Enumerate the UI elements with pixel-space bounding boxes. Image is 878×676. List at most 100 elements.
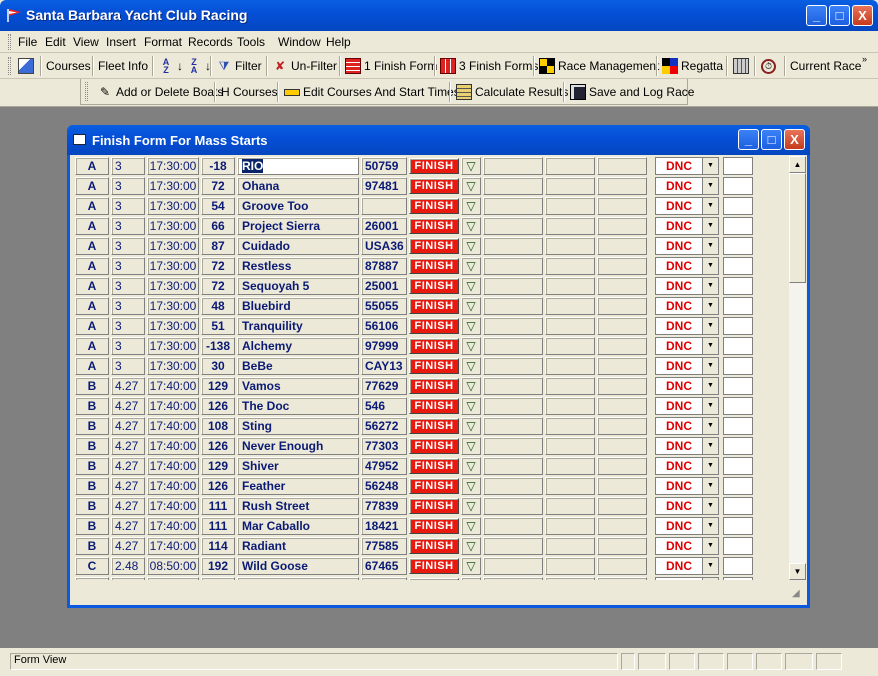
finish-time-cell[interactable] — [545, 237, 595, 255]
finish-time-cell[interactable] — [545, 397, 595, 415]
finish-button[interactable]: FINISH — [409, 438, 459, 454]
notes-input[interactable] — [723, 337, 753, 355]
handicap-cell[interactable]: 72 — [201, 257, 235, 275]
minimize-button[interactable]: _ — [806, 5, 827, 26]
finish-button[interactable]: FINISH — [409, 258, 459, 274]
rating-cell[interactable]: 4.27 — [111, 417, 145, 435]
menu-help[interactable]: Help — [326, 35, 351, 49]
dropdown-arrow-icon[interactable]: ▼ — [702, 178, 718, 194]
sail-number-cell[interactable]: 97999 — [361, 337, 407, 355]
handicap-cell[interactable]: 192 — [201, 557, 235, 575]
handicap-cell[interactable]: 126 — [201, 477, 235, 495]
start-time-cell[interactable]: 17:40:00 — [147, 537, 199, 555]
status-select[interactable]: DNC ▼ — [655, 397, 719, 415]
status-select[interactable]: DNC ▼ — [655, 297, 719, 315]
rating-cell[interactable]: 3 — [111, 177, 145, 195]
start-time-cell[interactable]: 17:40:00 — [147, 497, 199, 515]
handicap-cell[interactable]: 30 — [201, 357, 235, 375]
notes-input[interactable] — [723, 217, 753, 235]
start-time-cell[interactable]: 17:30:00 — [147, 177, 199, 195]
scroll-up-arrow-icon[interactable]: ▲ — [789, 156, 806, 173]
status-select[interactable]: DNC ▼ — [655, 357, 719, 375]
notes-input[interactable] — [723, 197, 753, 215]
finish-time-cell[interactable] — [597, 277, 647, 295]
calculator-button[interactable] — [729, 55, 753, 77]
status-select[interactable]: DNC ▼ — [655, 177, 719, 195]
boat-name-cell[interactable]: Shiver — [237, 457, 359, 475]
design-view-button[interactable] — [14, 55, 38, 77]
class-cell[interactable]: B — [75, 497, 109, 515]
finish-time-cell[interactable] — [597, 477, 647, 495]
menu-grip[interactable] — [8, 34, 11, 50]
sail-number-cell[interactable]: 50759 — [361, 157, 407, 175]
finish-time-cell[interactable] — [545, 357, 595, 375]
class-cell[interactable]: B — [75, 397, 109, 415]
finish-time-cell[interactable] — [483, 297, 543, 315]
rating-cell[interactable]: 3 — [111, 277, 145, 295]
sail-number-cell[interactable]: 77629 — [361, 377, 407, 395]
sail-number-cell[interactable]: 26001 — [361, 217, 407, 235]
dropdown-arrow-icon[interactable]: ▼ — [702, 518, 718, 534]
dropdown-arrow-icon[interactable]: ▼ — [702, 538, 718, 554]
dropdown-arrow-icon[interactable]: ▼ — [702, 558, 718, 574]
filter-row-icon[interactable]: ▽ — [461, 277, 481, 295]
rating-cell[interactable]: 3 — [111, 257, 145, 275]
form-close-button[interactable]: X — [784, 129, 805, 150]
finish-time-cell[interactable] — [545, 437, 595, 455]
race-toolbar-grip[interactable] — [85, 82, 88, 101]
finish-button[interactable]: FINISH — [409, 558, 459, 574]
sail-number-cell[interactable]: 56106 — [361, 317, 407, 335]
finish-time-cell[interactable] — [597, 317, 647, 335]
boat-name-cell[interactable]: Vamos — [237, 377, 359, 395]
status-select[interactable]: DNC ▼ — [655, 197, 719, 215]
finish-time-cell[interactable] — [545, 457, 595, 475]
resize-grip-icon[interactable]: ◢ — [792, 588, 804, 600]
handicap-cell[interactable]: 72 — [201, 277, 235, 295]
finish-time-cell[interactable] — [545, 297, 595, 315]
finish-time-cell[interactable] — [545, 477, 595, 495]
finish-button[interactable]: FINISH — [409, 418, 459, 434]
class-cell[interactable]: C — [75, 557, 109, 575]
dropdown-arrow-icon[interactable]: ▼ — [702, 478, 718, 494]
boat-name-cell[interactable]: Cuidado — [237, 237, 359, 255]
status-select[interactable]: DNC ▼ — [655, 257, 719, 275]
edit-courses-button[interactable]: Edit Courses And Start Times — [280, 81, 464, 103]
menu-window[interactable]: Window — [278, 35, 321, 49]
sail-number-cell[interactable]: 87887 — [361, 257, 407, 275]
calculate-results-button[interactable]: Calculate Results — [452, 81, 572, 103]
handicap-cell[interactable]: 72 — [201, 177, 235, 195]
rating-cell[interactable]: 3 — [111, 217, 145, 235]
finish-button[interactable]: FINISH — [409, 158, 459, 174]
finish-time-cell[interactable] — [545, 537, 595, 555]
finish-button[interactable]: FINISH — [409, 278, 459, 294]
finish-time-cell[interactable] — [545, 217, 595, 235]
handicap-cell[interactable]: 48 — [201, 297, 235, 315]
handicap-cell[interactable]: 54 — [201, 197, 235, 215]
finish-time-cell[interactable] — [597, 497, 647, 515]
dropdown-arrow-icon[interactable]: ▼ — [702, 318, 718, 334]
filter-row-icon[interactable]: ▽ — [461, 297, 481, 315]
sail-number-cell[interactable]: 97481 — [361, 177, 407, 195]
class-cell[interactable]: A — [75, 177, 109, 195]
app-titlebar[interactable]: Santa Barbara Yacht Club Racing _ □ X — [0, 0, 878, 31]
finish-time-cell[interactable] — [483, 357, 543, 375]
menu-records[interactable]: Records — [188, 35, 233, 49]
finish-time-cell[interactable] — [597, 357, 647, 375]
save-log-race-button[interactable]: Save and Log Race — [566, 81, 698, 103]
menu-insert[interactable]: Insert — [106, 35, 136, 49]
finish-time-cell[interactable] — [597, 437, 647, 455]
handicap-cell[interactable]: 111 — [201, 517, 235, 535]
finish-button[interactable]: FINISH — [409, 358, 459, 374]
finish-time-cell[interactable] — [597, 397, 647, 415]
start-time-cell[interactable]: 17:40:00 — [147, 377, 199, 395]
boat-name-cell[interactable]: Sting — [237, 417, 359, 435]
handicap-cell[interactable]: -18 — [201, 157, 235, 175]
start-time-cell[interactable]: 17:40:00 — [147, 457, 199, 475]
filter-row-icon[interactable]: ▽ — [461, 257, 481, 275]
toolbar-grip[interactable] — [8, 57, 11, 75]
finish-time-cell[interactable] — [483, 537, 543, 555]
boat-name-cell[interactable]: Mar Caballo — [237, 517, 359, 535]
class-cell[interactable]: A — [75, 297, 109, 315]
class-cell[interactable]: A — [75, 157, 109, 175]
rating-cell[interactable]: 4.27 — [111, 437, 145, 455]
